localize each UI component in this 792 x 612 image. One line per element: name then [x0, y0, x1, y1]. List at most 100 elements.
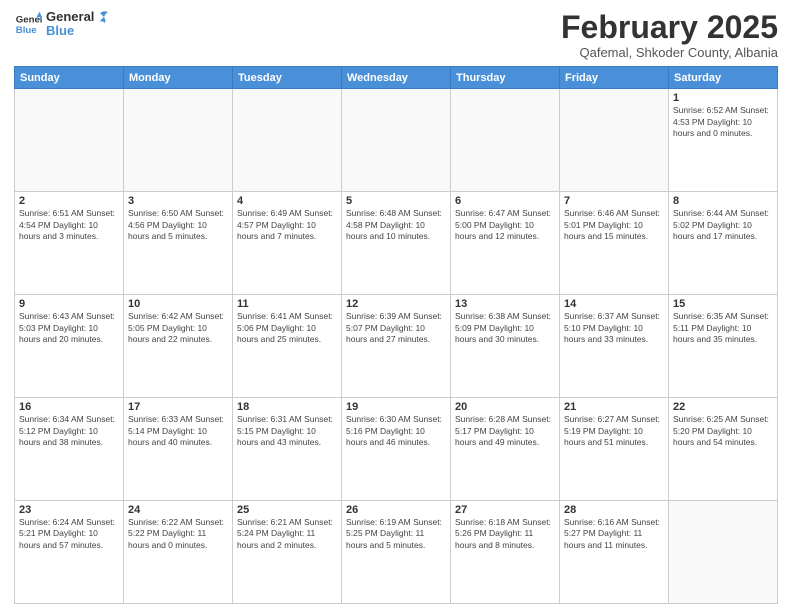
day-number: 5 [346, 195, 446, 207]
logo: General Blue General Blue [14, 10, 110, 39]
day-info: Sunrise: 6:42 AM Sunset: 5:05 PM Dayligh… [128, 311, 228, 345]
day-info: Sunrise: 6:30 AM Sunset: 5:16 PM Dayligh… [346, 414, 446, 448]
day-number: 26 [346, 504, 446, 516]
day-number: 15 [673, 298, 773, 310]
day-info: Sunrise: 6:24 AM Sunset: 5:21 PM Dayligh… [19, 517, 119, 551]
day-info: Sunrise: 6:44 AM Sunset: 5:02 PM Dayligh… [673, 208, 773, 242]
title-block: February 2025 Qafemal, Shkoder County, A… [561, 10, 778, 60]
calendar-cell [124, 89, 233, 192]
calendar-cell [560, 89, 669, 192]
day-number: 3 [128, 195, 228, 207]
day-info: Sunrise: 6:46 AM Sunset: 5:01 PM Dayligh… [564, 208, 664, 242]
day-info: Sunrise: 6:50 AM Sunset: 4:56 PM Dayligh… [128, 208, 228, 242]
day-number: 12 [346, 298, 446, 310]
day-number: 16 [19, 401, 119, 413]
calendar-week-2: 2Sunrise: 6:51 AM Sunset: 4:54 PM Daylig… [15, 192, 778, 295]
calendar-week-4: 16Sunrise: 6:34 AM Sunset: 5:12 PM Dayli… [15, 398, 778, 501]
day-number: 14 [564, 298, 664, 310]
day-number: 7 [564, 195, 664, 207]
calendar-cell: 2Sunrise: 6:51 AM Sunset: 4:54 PM Daylig… [15, 192, 124, 295]
day-number: 23 [19, 504, 119, 516]
day-number: 10 [128, 298, 228, 310]
day-info: Sunrise: 6:31 AM Sunset: 5:15 PM Dayligh… [237, 414, 337, 448]
day-number: 18 [237, 401, 337, 413]
calendar-cell: 4Sunrise: 6:49 AM Sunset: 4:57 PM Daylig… [233, 192, 342, 295]
calendar-cell [451, 89, 560, 192]
calendar-cell: 19Sunrise: 6:30 AM Sunset: 5:16 PM Dayli… [342, 398, 451, 501]
day-number: 2 [19, 195, 119, 207]
calendar-cell: 25Sunrise: 6:21 AM Sunset: 5:24 PM Dayli… [233, 501, 342, 604]
calendar-cell: 3Sunrise: 6:50 AM Sunset: 4:56 PM Daylig… [124, 192, 233, 295]
day-number: 9 [19, 298, 119, 310]
svg-text:Blue: Blue [16, 25, 37, 36]
day-number: 13 [455, 298, 555, 310]
day-number: 17 [128, 401, 228, 413]
calendar-cell: 22Sunrise: 6:25 AM Sunset: 5:20 PM Dayli… [669, 398, 778, 501]
calendar-cell: 28Sunrise: 6:16 AM Sunset: 5:27 PM Dayli… [560, 501, 669, 604]
day-info: Sunrise: 6:39 AM Sunset: 5:07 PM Dayligh… [346, 311, 446, 345]
day-info: Sunrise: 6:28 AM Sunset: 5:17 PM Dayligh… [455, 414, 555, 448]
calendar-cell [669, 501, 778, 604]
day-info: Sunrise: 6:43 AM Sunset: 5:03 PM Dayligh… [19, 311, 119, 345]
calendar-week-5: 23Sunrise: 6:24 AM Sunset: 5:21 PM Dayli… [15, 501, 778, 604]
day-info: Sunrise: 6:37 AM Sunset: 5:10 PM Dayligh… [564, 311, 664, 345]
weekday-wednesday: Wednesday [342, 67, 451, 89]
calendar-cell: 12Sunrise: 6:39 AM Sunset: 5:07 PM Dayli… [342, 295, 451, 398]
day-info: Sunrise: 6:51 AM Sunset: 4:54 PM Dayligh… [19, 208, 119, 242]
calendar-cell [233, 89, 342, 192]
calendar-cell: 9Sunrise: 6:43 AM Sunset: 5:03 PM Daylig… [15, 295, 124, 398]
subtitle: Qafemal, Shkoder County, Albania [561, 45, 778, 60]
calendar-cell: 15Sunrise: 6:35 AM Sunset: 5:11 PM Dayli… [669, 295, 778, 398]
calendar-cell: 27Sunrise: 6:18 AM Sunset: 5:26 PM Dayli… [451, 501, 560, 604]
day-info: Sunrise: 6:34 AM Sunset: 5:12 PM Dayligh… [19, 414, 119, 448]
weekday-thursday: Thursday [451, 67, 560, 89]
day-number: 21 [564, 401, 664, 413]
calendar-cell: 13Sunrise: 6:38 AM Sunset: 5:09 PM Dayli… [451, 295, 560, 398]
day-info: Sunrise: 6:27 AM Sunset: 5:19 PM Dayligh… [564, 414, 664, 448]
logo-line1: General [46, 10, 94, 24]
calendar-cell: 5Sunrise: 6:48 AM Sunset: 4:58 PM Daylig… [342, 192, 451, 295]
page-container: General Blue General Blue February 2025 … [0, 0, 792, 612]
day-number: 8 [673, 195, 773, 207]
calendar-week-3: 9Sunrise: 6:43 AM Sunset: 5:03 PM Daylig… [15, 295, 778, 398]
day-info: Sunrise: 6:48 AM Sunset: 4:58 PM Dayligh… [346, 208, 446, 242]
day-info: Sunrise: 6:22 AM Sunset: 5:22 PM Dayligh… [128, 517, 228, 551]
day-number: 4 [237, 195, 337, 207]
day-info: Sunrise: 6:41 AM Sunset: 5:06 PM Dayligh… [237, 311, 337, 345]
weekday-tuesday: Tuesday [233, 67, 342, 89]
calendar-week-1: 1Sunrise: 6:52 AM Sunset: 4:53 PM Daylig… [15, 89, 778, 192]
calendar-cell: 1Sunrise: 6:52 AM Sunset: 4:53 PM Daylig… [669, 89, 778, 192]
day-info: Sunrise: 6:49 AM Sunset: 4:57 PM Dayligh… [237, 208, 337, 242]
calendar-cell: 16Sunrise: 6:34 AM Sunset: 5:12 PM Dayli… [15, 398, 124, 501]
logo-line2: Blue [46, 24, 94, 38]
calendar-cell: 7Sunrise: 6:46 AM Sunset: 5:01 PM Daylig… [560, 192, 669, 295]
day-number: 24 [128, 504, 228, 516]
day-info: Sunrise: 6:18 AM Sunset: 5:26 PM Dayligh… [455, 517, 555, 551]
day-number: 20 [455, 401, 555, 413]
day-number: 6 [455, 195, 555, 207]
calendar-cell: 10Sunrise: 6:42 AM Sunset: 5:05 PM Dayli… [124, 295, 233, 398]
calendar-cell: 20Sunrise: 6:28 AM Sunset: 5:17 PM Dayli… [451, 398, 560, 501]
calendar-cell [15, 89, 124, 192]
weekday-monday: Monday [124, 67, 233, 89]
day-info: Sunrise: 6:21 AM Sunset: 5:24 PM Dayligh… [237, 517, 337, 551]
day-info: Sunrise: 6:25 AM Sunset: 5:20 PM Dayligh… [673, 414, 773, 448]
day-number: 25 [237, 504, 337, 516]
weekday-sunday: Sunday [15, 67, 124, 89]
calendar-cell: 14Sunrise: 6:37 AM Sunset: 5:10 PM Dayli… [560, 295, 669, 398]
calendar-table: SundayMondayTuesdayWednesdayThursdayFrid… [14, 66, 778, 604]
calendar-cell [342, 89, 451, 192]
day-info: Sunrise: 6:35 AM Sunset: 5:11 PM Dayligh… [673, 311, 773, 345]
day-info: Sunrise: 6:47 AM Sunset: 5:00 PM Dayligh… [455, 208, 555, 242]
calendar-cell: 11Sunrise: 6:41 AM Sunset: 5:06 PM Dayli… [233, 295, 342, 398]
calendar-cell: 21Sunrise: 6:27 AM Sunset: 5:19 PM Dayli… [560, 398, 669, 501]
day-info: Sunrise: 6:16 AM Sunset: 5:27 PM Dayligh… [564, 517, 664, 551]
day-info: Sunrise: 6:52 AM Sunset: 4:53 PM Dayligh… [673, 105, 773, 139]
header: General Blue General Blue February 2025 … [14, 10, 778, 60]
calendar-cell: 8Sunrise: 6:44 AM Sunset: 5:02 PM Daylig… [669, 192, 778, 295]
day-number: 1 [673, 92, 773, 104]
day-number: 27 [455, 504, 555, 516]
weekday-header-row: SundayMondayTuesdayWednesdayThursdayFrid… [15, 67, 778, 89]
day-number: 19 [346, 401, 446, 413]
day-info: Sunrise: 6:19 AM Sunset: 5:25 PM Dayligh… [346, 517, 446, 551]
